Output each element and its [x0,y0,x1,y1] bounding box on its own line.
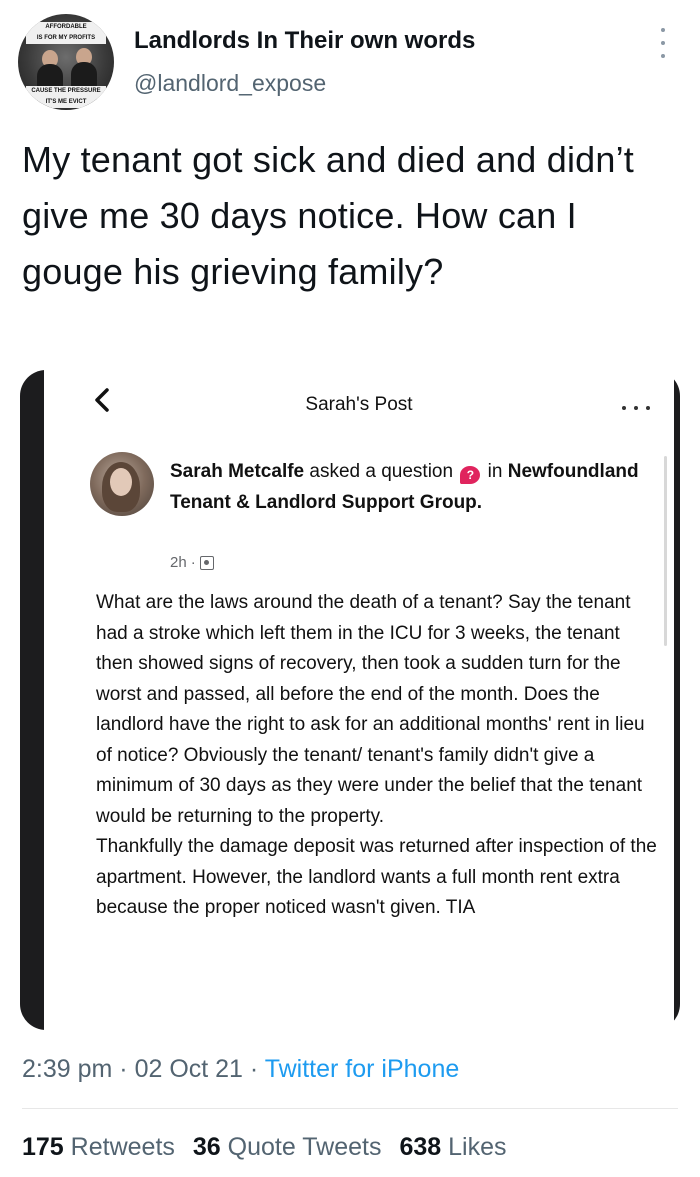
tweet-time[interactable]: 2:39 pm [22,1055,112,1083]
post-header: Sarah Metcalfe asked a question ? in New… [170,456,660,518]
tweet-text: My tenant got sick and died and didn’t g… [22,139,634,292]
quote-tweets-stat[interactable]: 36 Quote Tweets [193,1133,382,1161]
avatar-caption-bottom: CAUSE THE PRESSURE [26,86,106,97]
likes-count: 638 [399,1133,442,1161]
avatar-caption-top: AFFORDABLE [26,22,106,33]
retweets-label: Retweets [70,1133,175,1161]
post-nav-title: Sarah's Post [305,394,413,415]
tweet-source-link[interactable]: Twitter for iPhone [265,1055,460,1083]
question-icon: ? [460,466,481,484]
author-avatar[interactable] [90,452,154,516]
facebook-post-screen: Sarah's Post Sarah Metcalfe asked a ques… [44,370,674,1030]
post-body: What are the laws around the death of a … [96,588,662,924]
display-name[interactable]: Landlords In Their own words [134,27,475,55]
meta-separator: · [242,1055,265,1083]
engagement-stats: 175 Retweets 36 Quote Tweets 638 Likes [22,1133,507,1162]
post-body-paragraph: Thankfully the damage deposit was return… [96,836,657,918]
likes-stat[interactable]: 638 Likes [399,1133,506,1161]
quote-tweets-label: Quote Tweets [227,1133,382,1161]
post-more-options-icon[interactable] [622,404,650,412]
post-preposition: in [487,461,503,482]
post-body-paragraph: What are the laws around the death of a … [96,592,645,827]
quote-tweets-count: 36 [192,1133,221,1161]
more-options-icon[interactable] [656,28,670,58]
post-time[interactable]: 2h [170,554,187,571]
tweet-date[interactable]: 02 Oct 21 [135,1055,243,1083]
profile-avatar[interactable]: AFFORDABLE IS FOR MY PROFITS CAUSE THE P… [18,14,114,110]
tweet-timestamp: 2:39 pm · 02 Oct 21 · Twitter for iPhone [22,1055,459,1084]
scrollbar[interactable] [664,456,667,646]
post-action: asked a question [309,461,454,482]
retweets-stat[interactable]: 175 Retweets [22,1133,175,1161]
divider [22,1108,678,1109]
avatar-caption-top-2: IS FOR MY PROFITS [26,33,106,44]
avatar-caption-bottom-2: IT'S ME EVICT [26,97,106,108]
meta-separator: · [112,1055,135,1083]
user-handle[interactable]: @landlord_expose [134,70,326,97]
post-meta-separator: · [190,554,196,571]
post-meta: 2h · [170,554,214,571]
likes-label: Likes [448,1133,507,1161]
retweets-count: 175 [22,1133,64,1161]
group-privacy-icon [199,555,214,570]
embedded-screenshot[interactable]: Sarah's Post Sarah Metcalfe asked a ques… [20,370,680,1030]
author-name[interactable]: Sarah Metcalfe [170,461,304,482]
